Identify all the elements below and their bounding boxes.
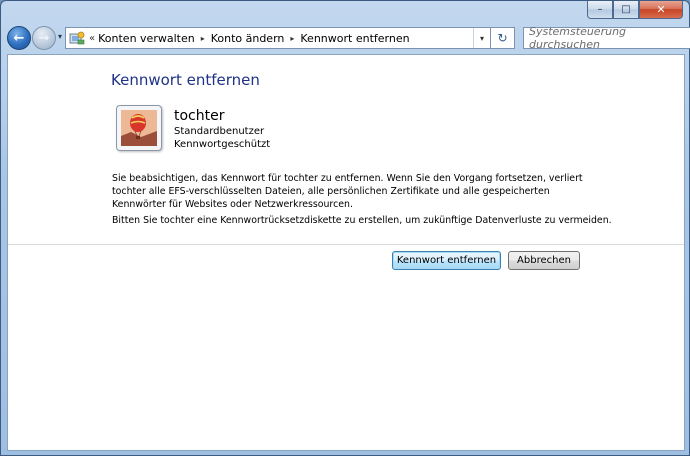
- maximize-button[interactable]: □: [613, 1, 639, 19]
- divider: [8, 244, 684, 245]
- recent-pages-dropdown[interactable]: ▾: [58, 32, 62, 41]
- back-button[interactable]: ←: [7, 26, 31, 50]
- close-button[interactable]: ✕: [639, 1, 683, 19]
- hint-text: Bitten Sie tochter eine Kennwortrücksetz…: [112, 215, 612, 226]
- main-content: Kennwort entfernen tochter Standardbenut…: [7, 54, 685, 451]
- navigation-bar: ← → ▾ « Konten verwalten ▸ Konto ändern …: [7, 25, 690, 53]
- breadcrumb-label[interactable]: Konto ändern: [208, 32, 288, 45]
- breadcrumb-label[interactable]: Konten verwalten: [95, 32, 198, 45]
- breadcrumb-separator-icon[interactable]: ▸: [287, 34, 297, 43]
- breadcrumb-item[interactable]: Konten verwalten ▸: [95, 32, 208, 45]
- cancel-button[interactable]: Abbrechen: [508, 251, 580, 270]
- forward-button[interactable]: →: [32, 26, 56, 50]
- page-title: Kennwort entfernen: [111, 71, 260, 89]
- breadcrumb-label[interactable]: Kennwort entfernen: [297, 32, 412, 45]
- user-avatar: [116, 105, 162, 151]
- breadcrumb-item[interactable]: Konto ändern ▸: [208, 32, 298, 45]
- search-box[interactable]: Systemsteuerung durchsuchen: [523, 25, 690, 51]
- control-panel-window: – □ ✕ ← → ▾ « Konten verwalten ▸ Konto ä: [0, 0, 690, 456]
- hot-air-balloon-picture: [121, 110, 157, 146]
- address-dropdown-icon[interactable]: ▾: [473, 28, 490, 48]
- address-bar[interactable]: « Konten verwalten ▸ Konto ändern ▸ Kenn…: [65, 27, 491, 49]
- warning-text: Sie beabsichtigen, das Kennwort für toch…: [112, 173, 583, 210]
- control-panel-icon: [69, 31, 85, 45]
- search-input[interactable]: Systemsteuerung durchsuchen: [524, 25, 690, 51]
- breadcrumb-item[interactable]: Kennwort entfernen: [297, 32, 412, 45]
- user-account-type: Standardbenutzer: [174, 126, 265, 137]
- remove-password-button[interactable]: Kennwort entfernen: [392, 251, 501, 270]
- user-name: tochter: [174, 108, 225, 124]
- user-password-status: Kennwortgeschützt: [174, 139, 271, 150]
- caption-buttons: – □ ✕: [587, 1, 683, 19]
- minimize-button[interactable]: –: [587, 1, 613, 19]
- refresh-button[interactable]: ↻: [491, 27, 515, 49]
- breadcrumb-separator-icon[interactable]: ▸: [198, 34, 208, 43]
